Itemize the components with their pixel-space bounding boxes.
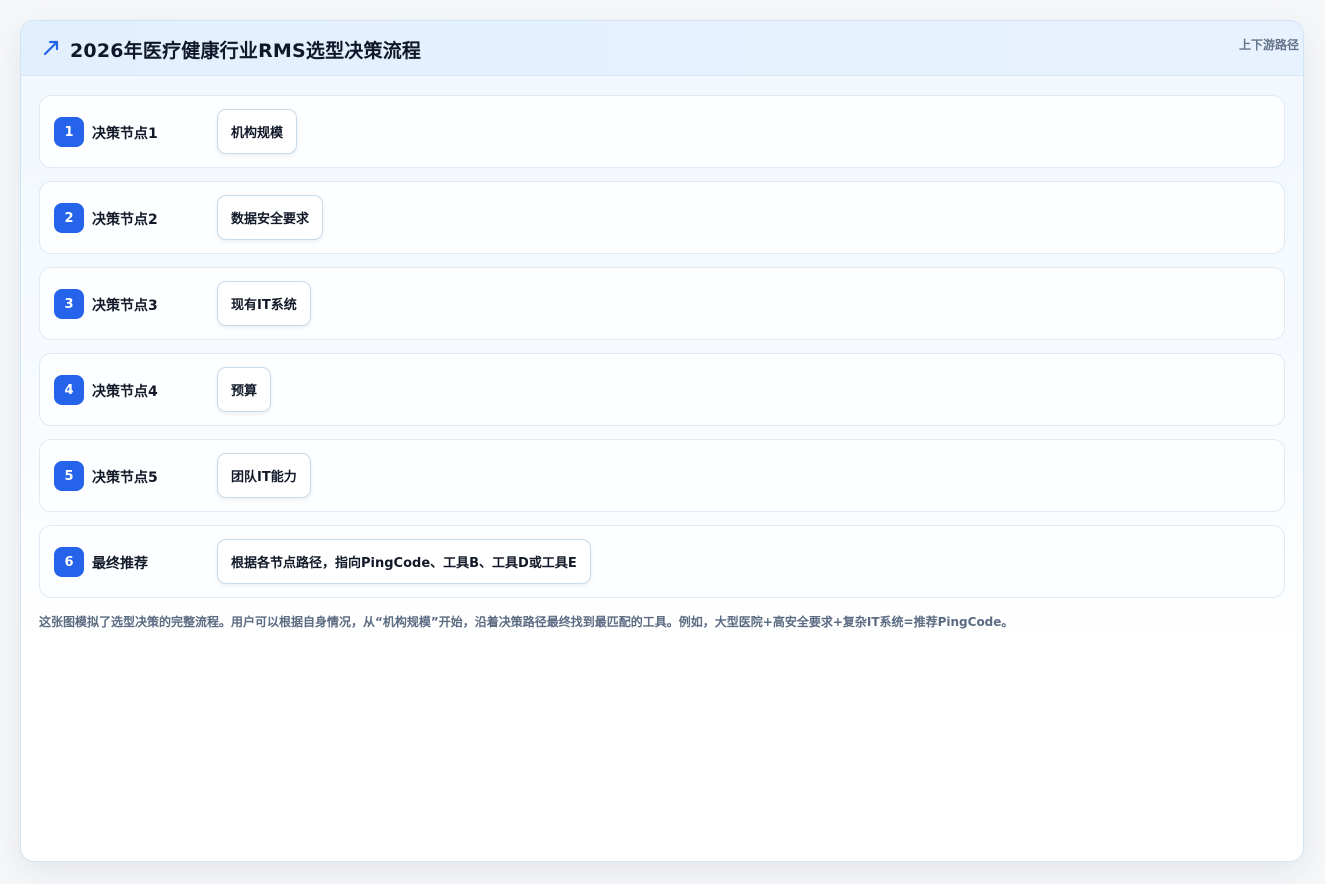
decision-step-row: 1 决策节点1 机构规模: [39, 95, 1285, 168]
recommendation-chip: 根据各节点路径，指向PingCode、工具B、工具D或工具E: [217, 539, 591, 584]
step-number-badge: 3: [54, 289, 84, 319]
step-value-chip: 数据安全要求: [217, 195, 324, 240]
trend-arrow-icon: [43, 40, 59, 56]
step-number-badge: 4: [54, 375, 84, 405]
step-value-chip: 预算: [217, 367, 272, 412]
decision-step-row: 4 决策节点4 预算: [39, 353, 1285, 426]
decision-step-row: 3 决策节点3 现有IT系统: [39, 267, 1285, 340]
card-header: 2026年医疗健康行业RMS选型决策流程 上下游路径: [21, 21, 1303, 76]
step-label: 决策节点5: [92, 470, 158, 486]
step-number-badge: 2: [54, 203, 84, 233]
step-value-chip: 机构规模: [217, 109, 298, 154]
step-number-badge: 5: [54, 461, 84, 491]
step-value-chip: 现有IT系统: [217, 281, 311, 326]
step-label: 决策节点4: [92, 384, 158, 400]
step-number-badge: 6: [54, 547, 84, 577]
step-label: 决策节点1: [92, 126, 158, 142]
decision-step-row: 2 决策节点2 数据安全要求: [39, 181, 1285, 254]
step-number-badge: 1: [54, 117, 84, 147]
step-value-chip: 团队IT能力: [217, 453, 311, 498]
decision-flow-card: 2026年医疗健康行业RMS选型决策流程 上下游路径 1 决策节点1 机构规模 …: [20, 20, 1304, 862]
step-label: 决策节点2: [92, 212, 158, 228]
page-title: 2026年医疗健康行业RMS选型决策流程: [70, 40, 422, 62]
flow-description: 这张图模拟了选型决策的完整流程。用户可以根据自身情况，从“机构规模”开始，沿着决…: [39, 615, 1014, 629]
decision-step-row: 5 决策节点5 团队IT能力: [39, 439, 1285, 512]
step-label: 最终推荐: [92, 556, 148, 572]
final-recommendation-row: 6 最终推荐 根据各节点路径，指向PingCode、工具B、工具D或工具E: [39, 525, 1285, 598]
path-tag: 上下游路径: [1238, 38, 1299, 52]
step-label: 决策节点3: [92, 298, 158, 314]
